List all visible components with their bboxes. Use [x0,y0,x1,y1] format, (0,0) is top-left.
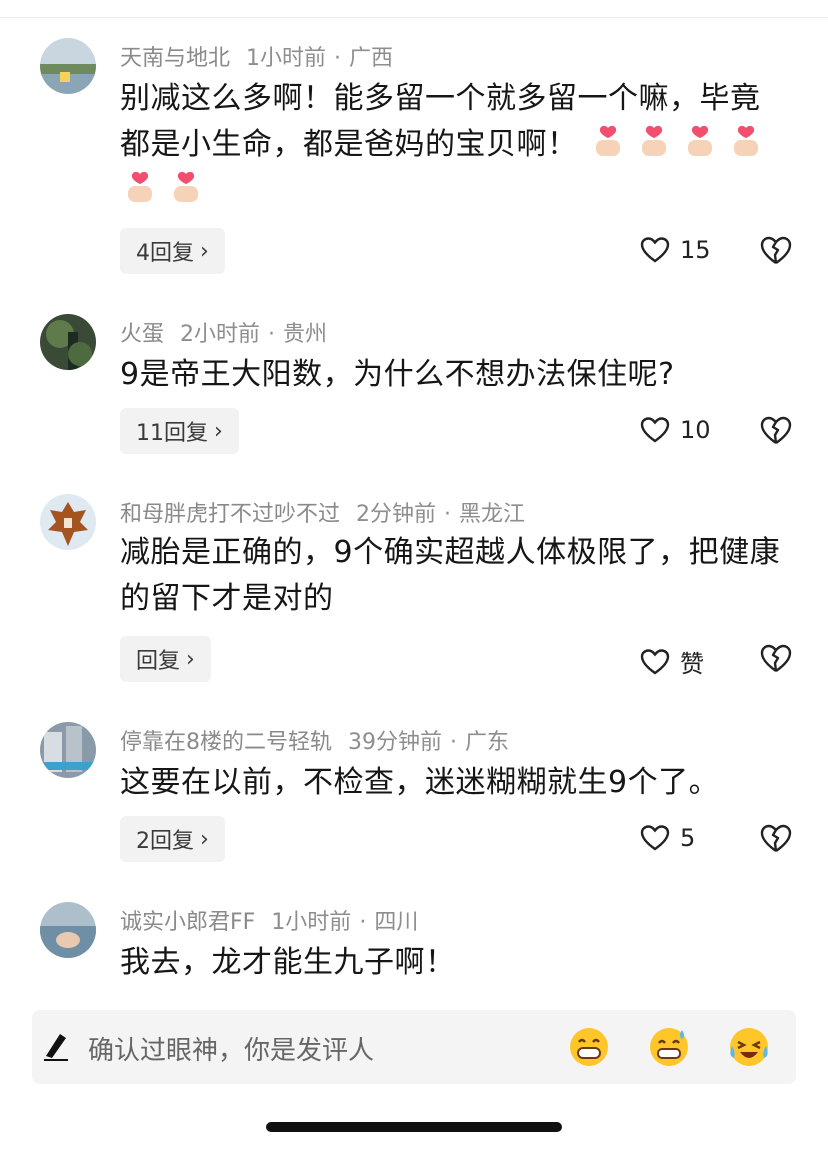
comment-meta: 停靠在8楼的二号轻轨 39分钟前 · 广东 [120,724,509,756]
separator-dot: · [334,46,342,71]
chevron-right-icon: › [214,418,223,444]
comment-meta: 火蛋 2小时前 · 贵州 [120,316,327,348]
broken-heart-icon[interactable] [760,236,792,266]
reply-button[interactable]: 回复 › [120,636,211,682]
like-count: 5 [680,824,696,852]
location: 黑龙江 [459,502,526,527]
home-indicator[interactable] [266,1122,562,1132]
like-button[interactable]: 5 [640,824,695,852]
watermark [708,1104,808,1130]
separator-dot: · [444,502,452,527]
reply-label: 4回复 [136,241,194,266]
comment-text: 减胎是正确的，9个确实超越人体极限了，把健康的留下才是对的 [120,535,781,616]
reply-label: 回复 [136,649,181,674]
like-count: 15 [680,236,711,264]
username[interactable]: 诚实小郎君FF [120,910,255,935]
grin-emoji-icon[interactable] [568,1026,610,1068]
reply-button[interactable]: 2回复 › [120,816,225,862]
location: 贵州 [283,322,328,347]
username[interactable]: 火蛋 [120,322,164,347]
avatar[interactable] [40,902,96,958]
comment-meta: 天南与地北 1小时前 · 广西 [120,40,393,72]
like-count: 10 [680,416,711,444]
like-button[interactable]: 15 [640,236,711,264]
comment-text: 我去，龙才能生九子啊！ [120,945,456,980]
location: 广西 [349,46,394,71]
timestamp: 39分钟前 [348,730,442,755]
timestamp: 2分钟前 [356,502,437,527]
comment-text: 9是帝王大阳数，为什么不想办法保住呢? [120,357,675,392]
avatar[interactable] [40,314,96,370]
username[interactable]: 和母胖虎打不过吵不过 [120,502,340,527]
like-button[interactable]: 赞 [640,644,704,679]
comment-meta: 和母胖虎打不过吵不过 2分钟前 · 黑龙江 [120,496,525,528]
pen-icon [44,1034,68,1061]
comment-body: 别减这么多啊！能多留一个就多留一个嘛，毕竟都是小生命，都是爸妈的宝贝啊！ [120,76,790,214]
reply-button[interactable]: 11回复 › [120,408,239,454]
reply-label: 11回复 [136,421,208,446]
broken-heart-icon[interactable] [760,416,792,446]
username[interactable]: 停靠在8楼的二号轻轨 [120,730,332,755]
timestamp: 1小时前 [271,910,352,935]
separator-dot: · [359,910,367,935]
sweat-emoji-icon[interactable] [648,1026,690,1068]
heart-outline-icon [640,825,670,851]
heart-outline-icon [640,648,670,674]
reply-label: 2回复 [136,829,194,854]
comment-text: 这要在以前，不检查，迷迷糊糊就生9个了。 [120,765,720,800]
avatar[interactable] [40,722,96,778]
reply-button[interactable]: 4回复 › [120,228,225,274]
avatar[interactable] [40,494,96,550]
avatar[interactable] [40,38,96,94]
top-divider [0,17,828,18]
separator-dot: · [450,730,457,755]
username[interactable]: 天南与地北 [120,46,230,71]
laugh-cry-emoji-icon[interactable] [728,1026,770,1068]
comment-input-placeholder[interactable]: 确认过眼神，你是发评人 [88,1030,374,1067]
comment-meta: 诚实小郎君FF 1小时前 · 四川 [120,904,418,936]
like-button[interactable]: 10 [640,416,711,444]
chevron-right-icon: › [200,238,209,264]
chevron-right-icon: › [186,646,195,672]
location: 广东 [465,730,510,755]
location: 四川 [374,910,419,935]
timestamp: 2小时前 [180,322,261,347]
heart-outline-icon [640,417,670,443]
broken-heart-icon[interactable] [760,644,792,674]
broken-heart-icon[interactable] [760,824,792,854]
like-count: 赞 [680,650,704,678]
chevron-right-icon: › [200,826,209,852]
heart-outline-icon [640,237,670,263]
separator-dot: · [268,322,276,347]
comment-input-bar[interactable]: 确认过眼神，你是发评人 [32,1010,796,1084]
timestamp: 1小时前 [246,46,327,71]
